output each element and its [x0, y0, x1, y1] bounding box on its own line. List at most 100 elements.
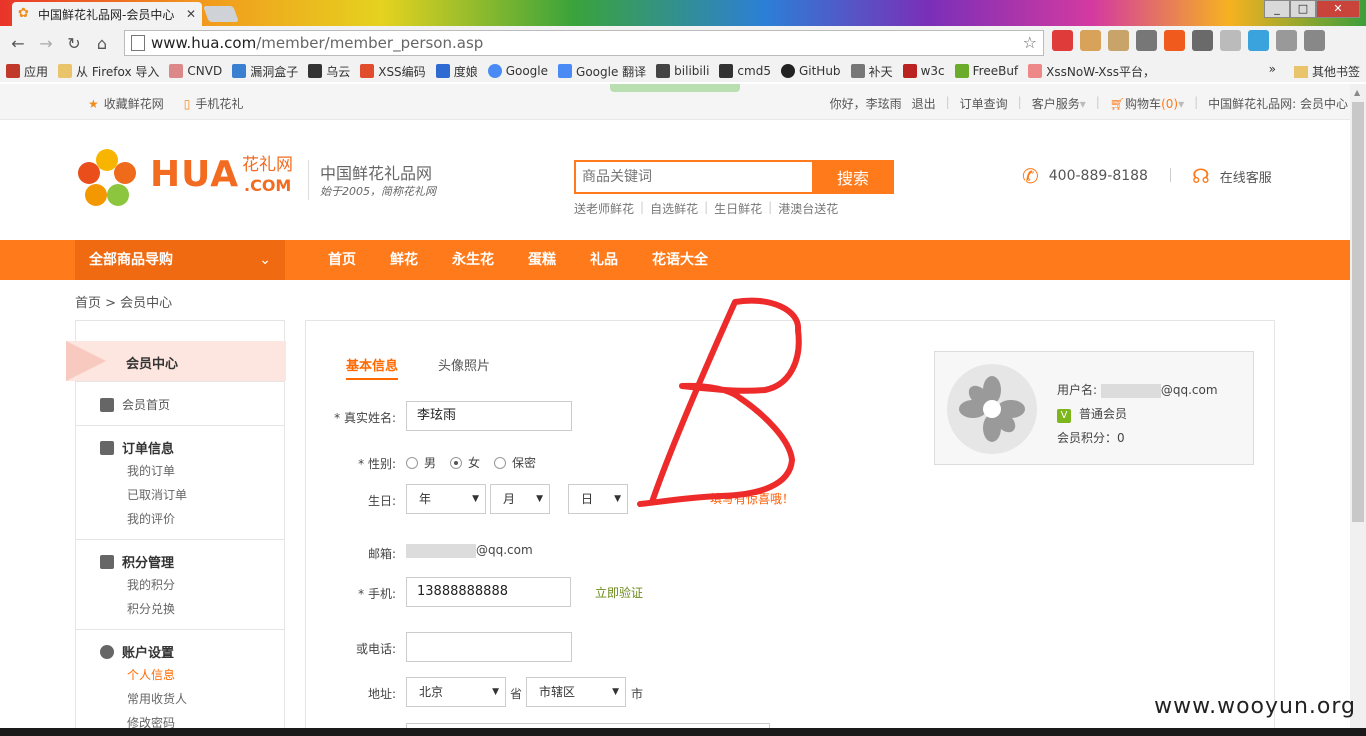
search-button[interactable]: 搜索 [812, 160, 894, 194]
bookmark-xss[interactable]: XSS编码 [360, 63, 426, 80]
home-icon[interactable]: ⌂ [88, 34, 116, 53]
cart-link[interactable]: 🛒︎购物车(0)▾ [1110, 95, 1184, 112]
bookmark-w3c[interactable]: w3c [902, 64, 945, 78]
favorite-label: 收藏鲜花网 [103, 97, 164, 111]
back-arrow-icon[interactable]: ← [4, 34, 32, 53]
sidebar-item-points-exchange[interactable]: 积分兑换 [127, 600, 175, 617]
bookmark-baidu[interactable]: 度娘 [435, 63, 478, 80]
province-unit: 省 [510, 687, 523, 701]
select-value: 月 [503, 492, 516, 506]
download-icon[interactable] [1136, 30, 1157, 51]
bookmark-translate[interactable]: Google 翻译 [558, 63, 646, 80]
sidebar-item-cancelled-orders[interactable]: 已取消订单 [127, 486, 187, 503]
gender-secret-radio[interactable]: 保密 [494, 454, 536, 471]
bookmark-apps[interactable]: 应用 [6, 63, 48, 80]
pinwheel-icon[interactable] [1248, 30, 1269, 51]
mobile-input[interactable]: 13888888888 [406, 577, 571, 607]
nav-item-gifts[interactable]: 礼品 [590, 240, 618, 280]
birth-year-select[interactable]: 年 ▼ [406, 484, 486, 514]
bookmark-freebuf[interactable]: FreeBuf [954, 64, 1018, 78]
other-bookmarks[interactable]: 其他书签 [1293, 63, 1360, 80]
close-window-button[interactable]: ✕ [1316, 0, 1360, 18]
extension-icon[interactable] [1192, 30, 1213, 51]
hot-word-link[interactable]: 自选鲜花 [650, 200, 698, 217]
birth-day-select[interactable]: 日 ▼ [568, 484, 628, 514]
gender-female-radio[interactable]: 女 [450, 454, 480, 471]
extension-icon[interactable] [1220, 30, 1241, 51]
bookmark-cnvd[interactable]: CNVD [169, 64, 222, 78]
mobile-link[interactable]: ▯ 手机花礼 [184, 95, 244, 112]
address-bar[interactable]: www.hua.com/member/member_person.asp ☆ [124, 30, 1044, 56]
sidebar-item-member-home[interactable]: 会员首页 [100, 396, 170, 413]
bookmark-star-icon[interactable]: ☆ [1023, 33, 1037, 52]
hot-word-link[interactable]: 港澳台送花 [778, 200, 838, 217]
favorite-link[interactable]: ★ 收藏鲜花网 [88, 95, 164, 112]
bookmark-butian[interactable]: 补天 [850, 63, 893, 80]
gender-male-radio[interactable]: 男 [406, 454, 436, 471]
bookmarks-more-button[interactable]: » [1269, 62, 1276, 76]
sidebar-heading-account: 账户设置 [100, 642, 174, 661]
province-select[interactable]: 北京 ▼ [406, 677, 506, 707]
online-service-link[interactable]: ☊ 在线客服 [1192, 164, 1272, 188]
bookmark-google[interactable]: Google [487, 64, 548, 78]
birth-month-select[interactable]: 月 ▼ [490, 484, 550, 514]
verify-link[interactable]: 立即验证 [595, 584, 643, 601]
scroll-up-icon[interactable]: ▲ [1354, 88, 1360, 97]
browser-tab[interactable]: ✿ 中国鲜花礼品网-会员中心 ✕ [12, 2, 202, 26]
tab-close-icon[interactable]: ✕ [186, 7, 196, 21]
extension-icon[interactable] [1164, 30, 1185, 51]
site-logo[interactable]: HUA 花礼网 .COM [74, 146, 304, 212]
new-tab-button[interactable] [203, 6, 239, 22]
sidebar-section-home: 会员首页 [76, 381, 284, 425]
sidebar-item-my-reviews[interactable]: 我的评价 [127, 510, 175, 527]
bookmark-vulbox[interactable]: 漏洞盒子 [232, 63, 298, 80]
cookie-icon[interactable] [1080, 30, 1101, 51]
nav-item-flowers[interactable]: 鲜花 [390, 240, 418, 280]
forward-arrow-icon[interactable]: → [32, 34, 60, 53]
all-products-menu[interactable]: 全部商品导购 ⌄ [75, 240, 285, 280]
nav-item-cake[interactable]: 蛋糕 [528, 240, 556, 280]
nav-item-flower-language[interactable]: 花语大全 [652, 240, 708, 280]
radio-checked-icon [450, 456, 463, 469]
bookmark-cmd5[interactable]: cmd5 [719, 64, 771, 78]
search-input[interactable] [576, 162, 814, 192]
tab-avatar[interactable]: 头像照片 [438, 355, 490, 380]
hot-word-link[interactable]: 送老师鲜花 [574, 200, 634, 217]
hotline: ✆ 400-889-8188 [1022, 164, 1148, 188]
hot-word-link[interactable]: 生日鲜花 [714, 200, 762, 217]
birthday-label: 生日: [367, 494, 396, 508]
real-name-input[interactable]: 李玹雨 [406, 401, 572, 431]
handwritten-b-annotation [637, 297, 802, 507]
sidebar-item-my-orders[interactable]: 我的订单 [127, 462, 175, 479]
flower-logo-icon [78, 149, 136, 206]
bookmark-bilibili[interactable]: bilibili [656, 64, 709, 78]
customer-service-link[interactable]: 客户服务▾ [1032, 95, 1086, 112]
bookmark-github[interactable]: GitHub [780, 64, 841, 78]
cookie-icon[interactable] [1108, 30, 1129, 51]
bookmark-wooyun[interactable]: 乌云 [308, 63, 350, 80]
sidebar-item-my-points[interactable]: 我的积分 [127, 576, 175, 593]
wooyun-icon [308, 64, 323, 78]
avatar[interactable] [947, 364, 1037, 454]
nav-item-home[interactable]: 首页 [328, 240, 356, 280]
extension-icon[interactable] [1276, 30, 1297, 51]
tel-input[interactable] [406, 632, 572, 662]
browser-tab-bar: ✿ 中国鲜花礼品网-会员中心 ✕ _ □ ✕ [0, 0, 1366, 26]
scroll-thumb[interactable] [1352, 102, 1364, 522]
bookmark-firefox[interactable]: 从 Firefox 导入 [58, 63, 159, 80]
maximize-button[interactable]: □ [1290, 0, 1316, 18]
nav-item-preserved[interactable]: 永生花 [452, 240, 494, 280]
city-select[interactable]: 市辖区 ▼ [526, 677, 626, 707]
bookmark-xssnow[interactable]: XssNoW-Xss平台， [1028, 63, 1155, 80]
minimize-button[interactable]: _ [1264, 0, 1290, 18]
extension-icon[interactable] [1052, 30, 1073, 51]
reload-icon[interactable]: ↻ [60, 34, 88, 53]
menu-icon[interactable] [1304, 30, 1325, 51]
page-scrollbar[interactable]: ▲ [1350, 84, 1366, 736]
sidebar-item-receivers[interactable]: 常用收货人 [127, 690, 187, 707]
order-query-link[interactable]: 订单查询 [960, 95, 1008, 112]
tab-basic-info[interactable]: 基本信息 [346, 355, 399, 380]
logout-link[interactable]: 退出 [912, 95, 936, 112]
username-row: 用户名: @qq.com [1057, 378, 1218, 402]
sidebar-item-personal-info[interactable]: 个人信息 [127, 666, 175, 683]
